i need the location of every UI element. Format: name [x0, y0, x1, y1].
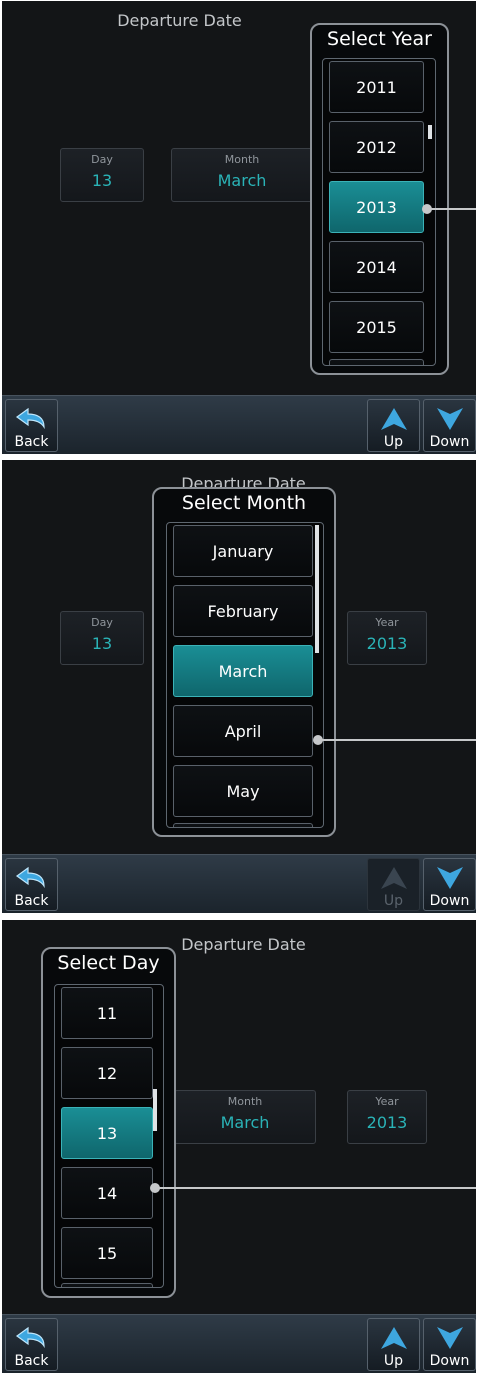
day-field-label: Day: [91, 616, 113, 629]
screen-select-month: Departure Date Day 13 Year 2013 Select M…: [2, 460, 476, 913]
callout-line: [427, 208, 476, 210]
up-label: Up: [383, 1353, 404, 1369]
option-day-partial[interactable]: [61, 1283, 153, 1287]
callout-line: [318, 739, 476, 741]
year-list[interactable]: 2011 2012 2013 2014 2015: [322, 58, 436, 366]
back-arrow-icon: [15, 1326, 45, 1349]
up-label: Up: [383, 434, 404, 450]
down-button[interactable]: Down: [423, 399, 476, 452]
popup-title: Select Year: [327, 28, 432, 50]
month-field-value: March: [217, 171, 267, 190]
select-year-popup: Select Year 2011 2012 2013 2014 2015: [310, 23, 449, 375]
option-month-may[interactable]: May: [173, 765, 313, 817]
down-button[interactable]: Down: [423, 858, 476, 911]
option-year-2015[interactable]: 2015: [329, 301, 424, 353]
select-month-popup: Select Month January February March Apri…: [152, 487, 336, 837]
back-label: Back: [14, 434, 49, 450]
year-field-value: 2013: [366, 1113, 408, 1132]
up-button[interactable]: Up: [367, 1318, 420, 1371]
up-label: Up: [383, 893, 404, 909]
down-label: Down: [429, 1353, 470, 1369]
back-arrow-icon: [15, 407, 45, 430]
screen-select-year: Departure Date Day 13 Month March Select…: [2, 1, 476, 454]
bottom-bar: Back Up Down: [2, 395, 476, 454]
up-button[interactable]: Up: [367, 399, 420, 452]
option-day-11[interactable]: 11: [61, 987, 153, 1039]
option-day-14[interactable]: 14: [61, 1167, 153, 1219]
back-button[interactable]: Back: [5, 1318, 58, 1371]
day-field[interactable]: Day 13: [60, 611, 144, 665]
option-year-2011[interactable]: 2011: [329, 61, 424, 113]
option-day-12[interactable]: 12: [61, 1047, 153, 1099]
option-month-february[interactable]: February: [173, 585, 313, 637]
scrollbar-thumb[interactable]: [428, 125, 432, 139]
year-field-label: Year: [375, 616, 399, 629]
option-month-april[interactable]: April: [173, 705, 313, 757]
up-arrow-icon: [380, 1327, 407, 1349]
back-label: Back: [14, 1353, 49, 1369]
back-button[interactable]: Back: [5, 858, 58, 911]
day-field-value: 13: [91, 634, 113, 653]
up-arrow-icon: [380, 867, 407, 889]
day-field[interactable]: Day 13: [60, 148, 144, 202]
option-year-partial[interactable]: [329, 359, 424, 365]
option-month-partial[interactable]: [173, 823, 313, 827]
year-field[interactable]: Year 2013: [347, 1090, 427, 1144]
bottom-bar: Back Up Down: [2, 1314, 476, 1373]
month-field[interactable]: Month March: [171, 148, 313, 202]
option-year-2012[interactable]: 2012: [329, 121, 424, 173]
down-arrow-icon: [436, 867, 463, 889]
up-arrow-icon: [380, 408, 407, 430]
month-list[interactable]: January February March April May: [166, 522, 324, 828]
down-button[interactable]: Down: [423, 1318, 476, 1371]
up-button[interactable]: Up: [367, 858, 420, 911]
option-day-15[interactable]: 15: [61, 1227, 153, 1279]
screen-title: Departure Date: [117, 11, 242, 30]
option-year-2014[interactable]: 2014: [329, 241, 424, 293]
down-label: Down: [429, 434, 470, 450]
day-field-label: Day: [91, 153, 113, 166]
callout-line: [155, 1187, 476, 1189]
month-field-label: Month: [227, 1095, 263, 1108]
down-label: Down: [429, 893, 470, 909]
year-field[interactable]: Year 2013: [347, 611, 427, 665]
popup-title: Select Day: [57, 952, 160, 974]
year-field-value: 2013: [366, 634, 408, 653]
down-arrow-icon: [436, 408, 463, 430]
back-arrow-icon: [15, 866, 45, 889]
day-field-value: 13: [91, 171, 113, 190]
option-year-2013[interactable]: 2013: [329, 181, 424, 233]
option-month-march[interactable]: March: [173, 645, 313, 697]
day-list[interactable]: 11 12 13 14 15: [54, 984, 164, 1288]
popup-title: Select Month: [181, 492, 307, 514]
scrollbar-thumb[interactable]: [153, 1089, 157, 1131]
year-field-label: Year: [375, 1095, 399, 1108]
bottom-bar: Back Up Down: [2, 854, 476, 913]
option-day-13[interactable]: 13: [61, 1107, 153, 1159]
down-arrow-icon: [436, 1327, 463, 1349]
option-month-january[interactable]: January: [173, 525, 313, 577]
back-label: Back: [14, 893, 49, 909]
select-day-popup: Select Day 11 12 13 14 15: [41, 947, 176, 1298]
back-button[interactable]: Back: [5, 399, 58, 452]
month-field-value: March: [220, 1113, 270, 1132]
screen-select-day: Departure Date Month March Year 2013 Sel…: [2, 920, 476, 1373]
month-field-label: Month: [224, 153, 260, 166]
month-field[interactable]: Month March: [174, 1090, 316, 1144]
scrollbar-thumb[interactable]: [315, 525, 319, 653]
